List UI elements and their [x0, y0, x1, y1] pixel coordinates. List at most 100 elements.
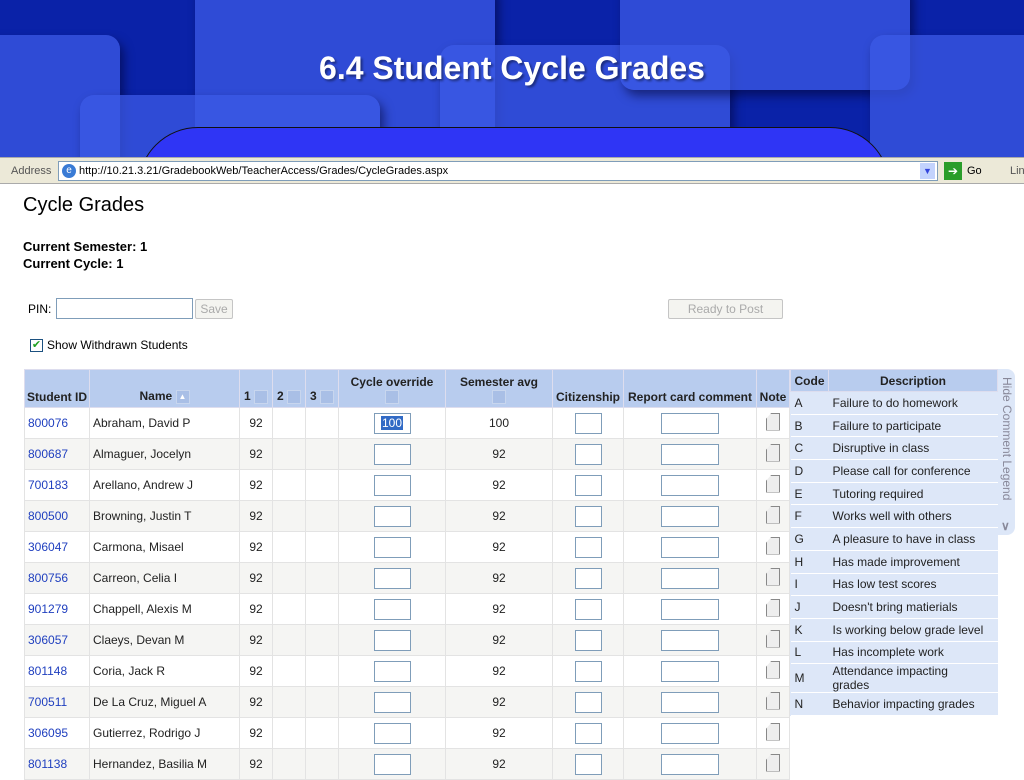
comment-cell [623, 624, 757, 656]
student-name: Gutierrez, Rodrigo J [89, 717, 240, 749]
legend-description: Behavior impacting grades [828, 692, 998, 716]
legend-code: N [790, 692, 829, 716]
student-id-link[interactable]: 800076 [28, 416, 68, 430]
report-card-comment-input[interactable] [661, 629, 719, 651]
student-name: Abraham, David P [89, 407, 240, 439]
show-withdrawn-checkbox[interactable]: ✔ [30, 339, 43, 352]
student-id-link[interactable]: 700511 [28, 695, 67, 709]
note-icon[interactable] [766, 536, 780, 555]
cycle-override-cell [338, 686, 446, 718]
column-toggle-icon[interactable] [254, 390, 269, 404]
report-card-comment-input[interactable] [661, 753, 719, 775]
note-icon[interactable] [766, 567, 780, 586]
note-icon[interactable] [766, 505, 780, 524]
report-card-comment-input[interactable] [661, 722, 719, 744]
report-card-comment-input[interactable] [661, 691, 719, 713]
chevron-down-icon[interactable]: ▼ [920, 163, 935, 179]
note-icon[interactable] [766, 598, 780, 617]
note-icon[interactable] [766, 660, 780, 679]
pin-input[interactable] [56, 298, 193, 319]
student-id-link[interactable]: 800500 [28, 509, 68, 523]
cycle-override-input[interactable] [373, 505, 411, 527]
citizenship-input[interactable] [574, 598, 602, 620]
legend-code: K [790, 618, 829, 642]
header-semester-avg: Semester avg [445, 369, 553, 408]
report-card-comment-input[interactable] [661, 660, 719, 682]
cycle-override-input[interactable] [373, 629, 411, 651]
note-icon[interactable] [766, 412, 780, 431]
header-cycle-override: Cycle override [338, 369, 446, 408]
citizenship-input[interactable] [574, 412, 602, 434]
citizenship-cell [552, 748, 624, 780]
column-toggle-icon[interactable] [320, 390, 335, 404]
column-toggle-icon[interactable] [385, 390, 399, 404]
cycle-override-input[interactable] [373, 753, 411, 775]
page-title: Cycle Grades [23, 194, 145, 216]
column-toggle-icon[interactable] [287, 390, 302, 404]
column-toggle-icon[interactable] [492, 390, 506, 404]
citizenship-input[interactable] [574, 722, 602, 744]
student-id-link[interactable]: 801148 [28, 664, 67, 678]
go-button[interactable]: Go [967, 165, 982, 177]
cycle-override-input[interactable] [373, 722, 411, 744]
cycle-1-grade: 92 [239, 748, 273, 780]
student-id-link[interactable]: 306047 [28, 540, 68, 554]
cycle-override-input[interactable] [373, 567, 411, 589]
header-name[interactable]: Name ▲ [89, 369, 240, 408]
citizenship-input[interactable] [574, 753, 602, 775]
note-icon[interactable] [766, 722, 780, 741]
citizenship-input[interactable] [574, 629, 602, 651]
report-card-comment-input[interactable] [661, 412, 719, 434]
student-id-link[interactable]: 901279 [28, 602, 68, 616]
cycle-override-cell: 100 [338, 407, 446, 439]
cycle-override-input[interactable] [373, 691, 411, 713]
report-card-comment-input[interactable] [661, 474, 719, 496]
note-icon[interactable] [766, 474, 780, 493]
cycle-override-input[interactable]: 100 [373, 412, 411, 434]
student-id-link[interactable]: 306095 [28, 726, 68, 740]
note-icon[interactable] [766, 443, 780, 462]
cycle-1-grade: 92 [239, 686, 273, 718]
note-cell [756, 593, 790, 625]
note-icon[interactable] [766, 691, 780, 710]
report-card-comment-input[interactable] [661, 536, 719, 558]
citizenship-input[interactable] [574, 443, 602, 465]
hide-comment-legend-tab[interactable]: Hide Comment Legend ∨ [998, 369, 1015, 535]
url-input[interactable]: e http://10.21.3.21/GradebookWeb/Teacher… [58, 161, 938, 181]
cycle-3-grade [305, 593, 339, 625]
cycle-override-input[interactable] [373, 660, 411, 682]
report-card-comment-input[interactable] [661, 443, 719, 465]
student-id-link[interactable]: 800756 [28, 571, 68, 585]
citizenship-input[interactable] [574, 536, 602, 558]
note-icon[interactable] [766, 753, 780, 772]
student-id-link[interactable]: 800687 [28, 447, 68, 461]
cycle-override-input[interactable] [373, 474, 411, 496]
table-row: 700183 Arellano, Andrew J 92 92 [24, 469, 790, 501]
cycle-override-input[interactable] [373, 443, 411, 465]
sort-asc-icon[interactable]: ▲ [175, 390, 190, 404]
student-id-cell: 800076 [24, 407, 90, 439]
links-label[interactable]: Lin [1010, 165, 1024, 177]
header-student-id[interactable]: Student ID [24, 369, 90, 408]
student-id-link[interactable]: 700183 [28, 478, 68, 492]
citizenship-input[interactable] [574, 474, 602, 496]
citizenship-input[interactable] [574, 691, 602, 713]
citizenship-input[interactable] [574, 505, 602, 527]
cycle-override-input[interactable] [373, 598, 411, 620]
ready-to-post-button[interactable]: Ready to Post [668, 299, 783, 319]
citizenship-input[interactable] [574, 660, 602, 682]
citizenship-input[interactable] [574, 567, 602, 589]
save-button[interactable]: Save [195, 299, 233, 319]
semester-avg: 92 [445, 500, 553, 532]
go-arrow-icon[interactable]: ➔ [944, 162, 962, 180]
student-id-link[interactable]: 306057 [28, 633, 68, 647]
cycle-override-input[interactable] [373, 536, 411, 558]
report-card-comment-input[interactable] [661, 505, 719, 527]
report-card-comment-input[interactable] [661, 567, 719, 589]
legend-item: F Works well with others [790, 504, 998, 529]
student-id-cell: 700183 [24, 469, 90, 501]
note-icon[interactable] [766, 629, 780, 648]
legend-code: F [790, 504, 829, 529]
report-card-comment-input[interactable] [661, 598, 719, 620]
student-id-link[interactable]: 801138 [28, 757, 67, 771]
